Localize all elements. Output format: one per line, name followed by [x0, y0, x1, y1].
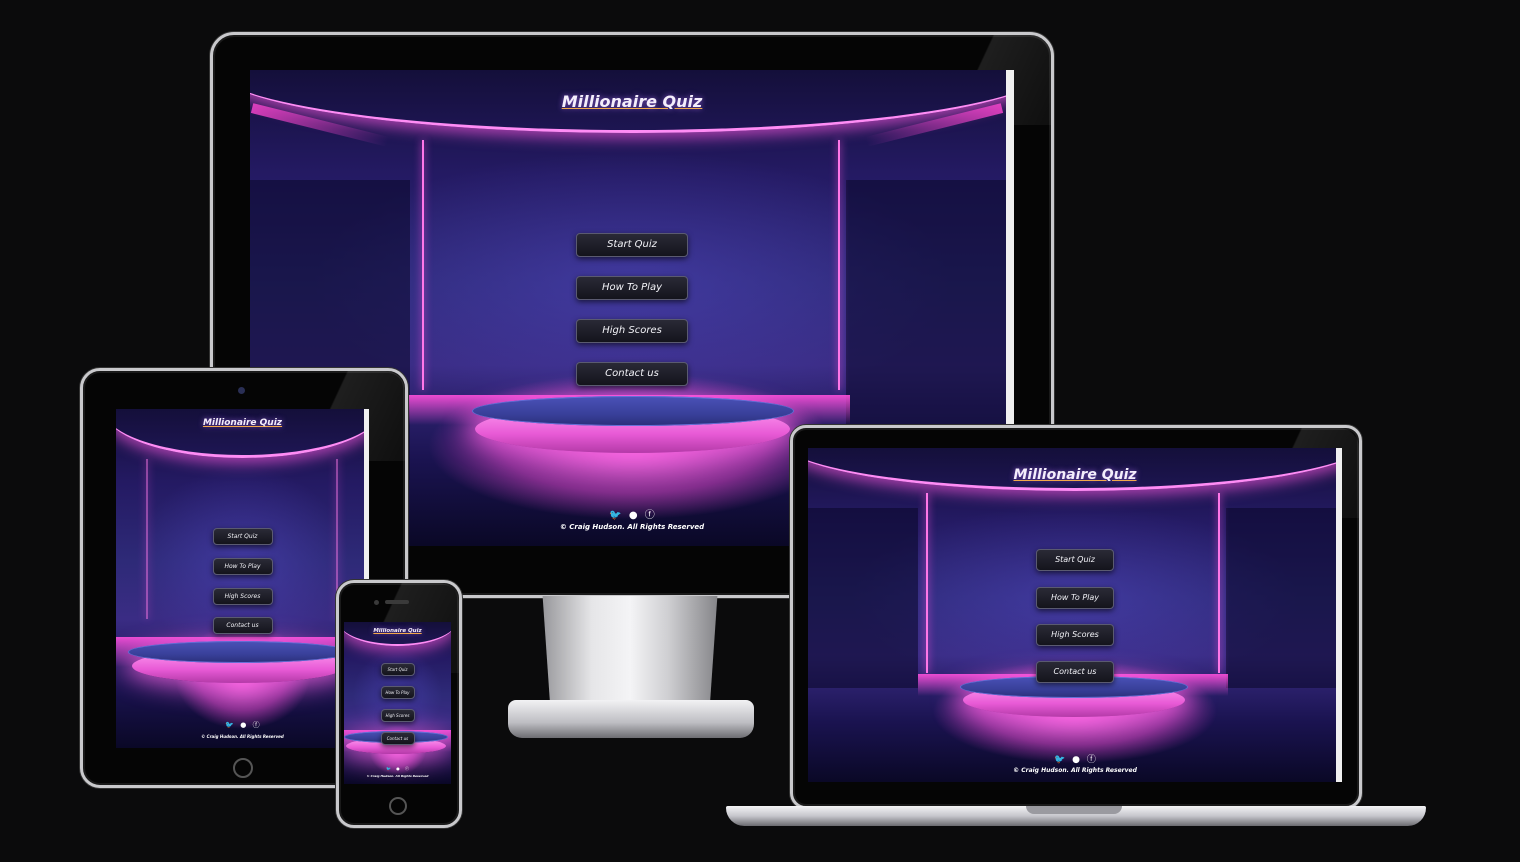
ceiling-arc [344, 622, 451, 646]
site-title: Millionaire Quiz [561, 92, 703, 111]
monitor-stand-base [508, 700, 754, 738]
phone-screen: Millionaire Quiz Start Quiz How To Play … [344, 622, 451, 784]
site-title: Millionaire Quiz [1013, 467, 1137, 483]
contact-us-button[interactable]: Contact us [576, 362, 688, 386]
social-links: 🐦 ● ⓕ [116, 720, 369, 730]
start-quiz-button[interactable]: Start Quiz [380, 663, 415, 676]
high-scores-button[interactable]: High Scores [212, 588, 273, 605]
tablet-camera [238, 387, 245, 394]
left-wall [808, 508, 918, 688]
ceiling-arc [116, 409, 369, 458]
twitter-icon[interactable]: 🐦 [1054, 755, 1065, 765]
monitor-stand [542, 596, 718, 706]
start-quiz-button[interactable]: Start Quiz [212, 528, 273, 545]
how-to-play-button[interactable]: How To Play [1036, 587, 1114, 609]
social-links: 🐦 ● ⓕ [344, 766, 451, 772]
facebook-icon[interactable]: ⓕ [405, 766, 409, 772]
neon-pillar-left [146, 459, 148, 619]
right-wall [1226, 508, 1336, 688]
how-to-play-button[interactable]: How To Play [212, 558, 273, 575]
phone-home-button [389, 797, 407, 815]
scrollbar[interactable] [1336, 448, 1342, 782]
neon-pillar-right [1218, 493, 1220, 673]
copyright-text: © Craig Hudson. All Rights Reserved [201, 734, 284, 739]
facebook-icon[interactable]: ⓕ [645, 506, 655, 521]
stage-platform [128, 641, 350, 663]
stage-platform [472, 396, 794, 426]
copyright-text: © Craig Hudson. All Rights Reserved [366, 774, 429, 778]
contact-us-button[interactable]: Contact us [212, 617, 273, 634]
twitter-icon[interactable]: 🐦 [386, 766, 391, 771]
high-scores-button[interactable]: High Scores [380, 709, 415, 722]
twitter-icon[interactable]: 🐦 [225, 721, 234, 729]
tablet-home-button [233, 758, 253, 778]
start-quiz-button[interactable]: Start Quiz [576, 233, 688, 257]
how-to-play-button[interactable]: How To Play [576, 276, 688, 300]
neon-pillar-left [422, 140, 424, 390]
contact-us-button[interactable]: Contact us [380, 732, 415, 745]
github-icon[interactable]: ● [396, 766, 400, 771]
contact-us-button[interactable]: Contact us [1036, 661, 1114, 683]
twitter-icon[interactable]: 🐦 [609, 510, 621, 521]
copyright-text: © Craig Hudson. All Rights Reserved [1013, 767, 1137, 774]
phone-camera [374, 600, 379, 605]
neon-pillar-left [926, 493, 928, 673]
github-icon[interactable]: ● [629, 510, 638, 521]
start-quiz-button[interactable]: Start Quiz [1036, 549, 1114, 571]
social-links: 🐦 ● ⓕ [808, 752, 1342, 765]
laptop-notch [1026, 806, 1122, 814]
github-icon[interactable]: ● [1072, 755, 1080, 765]
github-icon[interactable]: ● [240, 721, 246, 729]
facebook-icon[interactable]: ⓕ [253, 720, 260, 730]
facebook-icon[interactable]: ⓕ [1087, 752, 1096, 765]
how-to-play-button[interactable]: How To Play [380, 686, 415, 699]
tablet-screen: Millionaire Quiz Start Quiz How To Play … [116, 409, 369, 748]
phone-speaker [385, 600, 409, 604]
site-title: Millionaire Quiz [373, 628, 422, 634]
high-scores-button[interactable]: High Scores [1036, 624, 1114, 646]
neon-pillar-right [838, 140, 840, 390]
high-scores-button[interactable]: High Scores [576, 319, 688, 343]
site-title: Millionaire Quiz [202, 418, 283, 428]
laptop-screen: Millionaire Quiz Start Quiz How To Play … [808, 448, 1342, 782]
